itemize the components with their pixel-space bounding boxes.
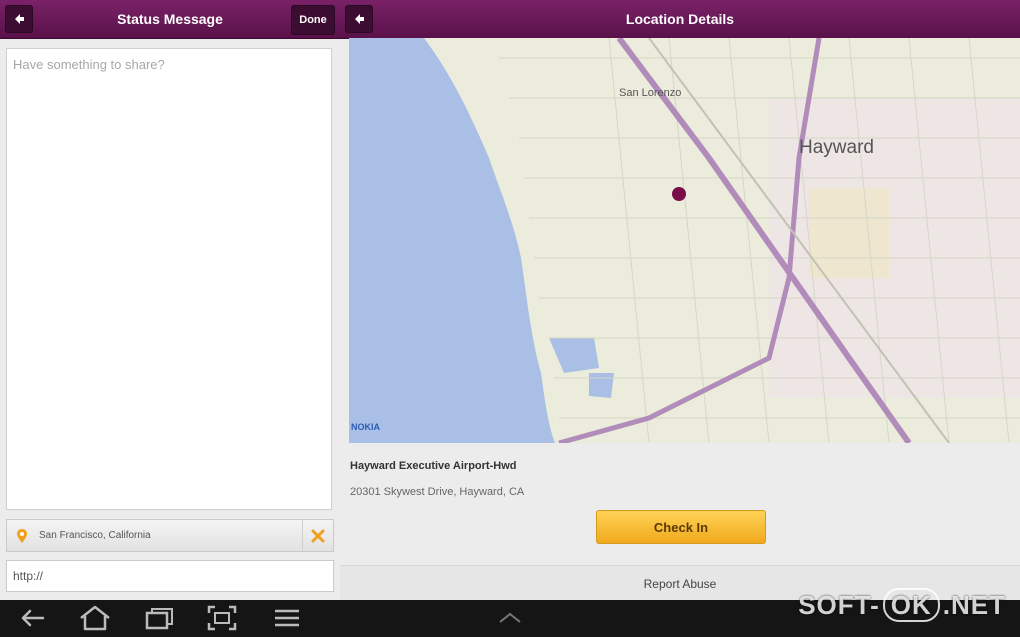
map-label-san-lorenzo: San Lorenzo — [619, 87, 681, 99]
place-name: Hayward Executive Airport-Hwd — [350, 460, 517, 472]
location-row[interactable]: San Francisco, California — [6, 519, 334, 552]
screenshot-icon[interactable] — [206, 604, 238, 632]
back-arrow-icon — [15, 14, 24, 24]
place-address: 20301 Skywest Drive, Hayward, CA — [350, 486, 525, 498]
map-canvas: San Lorenzo Hayward NOKIA — [349, 38, 1020, 443]
status-text-area[interactable]: Have something to share? — [6, 48, 332, 510]
clear-location-button[interactable] — [302, 520, 333, 551]
map-view[interactable]: San Lorenzo Hayward NOKIA — [349, 38, 1020, 443]
location-title: Location Details — [625, 11, 735, 27]
back-icon[interactable] — [18, 604, 46, 632]
url-value: http:// — [13, 569, 44, 583]
home-icon[interactable] — [78, 604, 112, 632]
map-label-hayward: Hayward — [799, 137, 874, 158]
location-back-button[interactable] — [345, 5, 373, 33]
location-pin-icon — [17, 529, 27, 543]
map-attribution: NOKIA — [351, 422, 381, 432]
status-back-button[interactable] — [5, 5, 33, 33]
status-message-pane: Status Message Done Have something to sh… — [0, 0, 340, 600]
watermark-left: SOFT- — [798, 590, 880, 620]
watermark-ok: OK — [882, 588, 940, 622]
location-label: San Francisco, California — [39, 530, 151, 541]
map-pond — [589, 373, 614, 398]
map-park — [809, 188, 889, 278]
url-input[interactable]: http:// — [6, 560, 334, 592]
status-title: Status Message — [117, 11, 223, 27]
status-placeholder: Have something to share? — [13, 57, 165, 72]
location-marker[interactable] — [672, 187, 686, 201]
back-arrow-icon — [355, 14, 364, 24]
recent-apps-icon[interactable] — [144, 604, 176, 632]
chevron-up-icon[interactable] — [496, 604, 524, 632]
done-button[interactable]: Done — [291, 5, 335, 35]
watermark-right: .NET — [942, 590, 1006, 620]
menu-icon[interactable] — [272, 604, 302, 632]
location-details-pane: Location Details San Lorenzo Hayward NOK… — [340, 0, 1020, 601]
check-in-button[interactable]: Check In — [596, 510, 766, 544]
status-title-bar: Status Message Done — [0, 0, 340, 39]
close-icon — [311, 529, 325, 542]
watermark: SOFT- OK .NET — [798, 588, 1006, 622]
location-title-bar: Location Details — [340, 0, 1020, 39]
